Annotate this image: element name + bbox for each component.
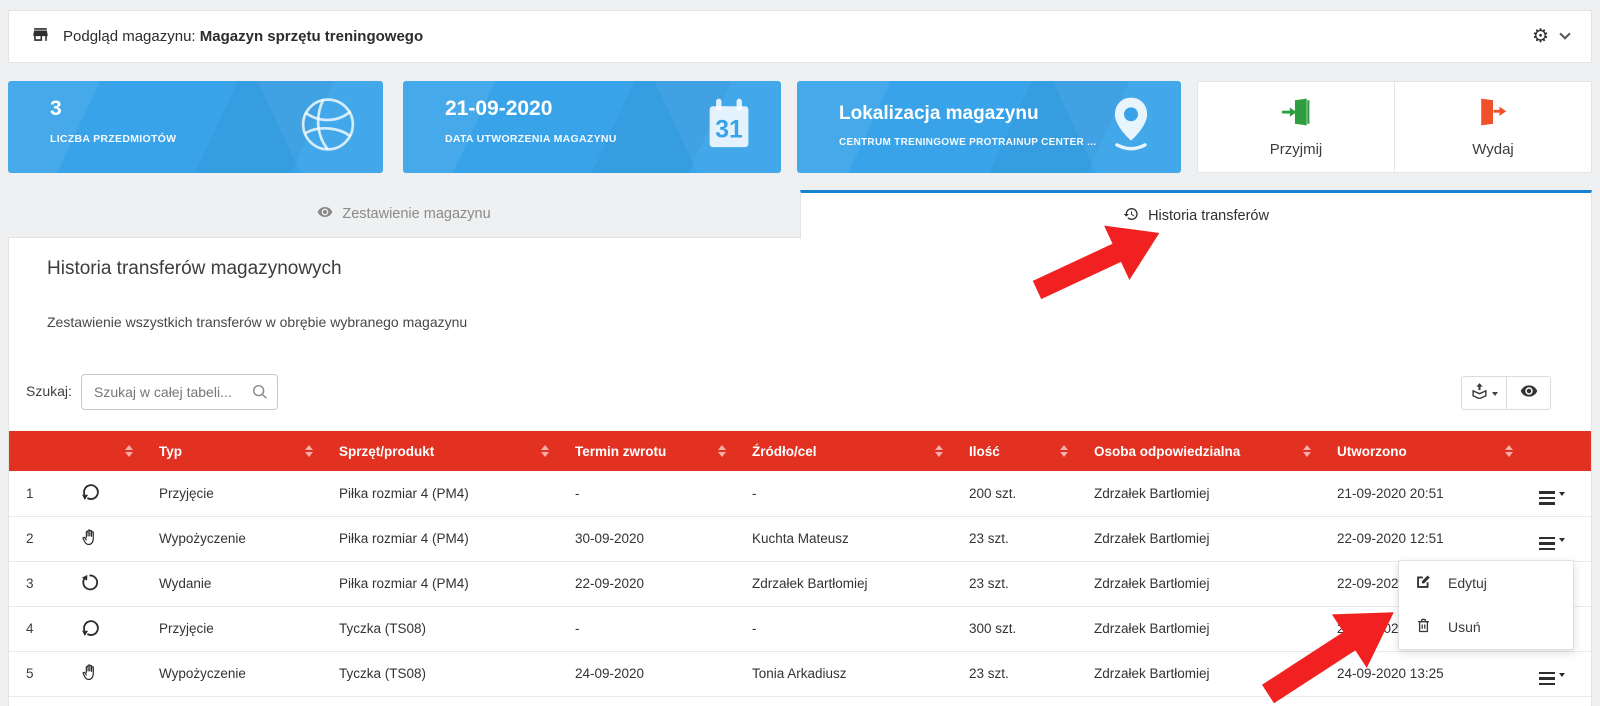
menu-item-delete[interactable]: Usuń: [1399, 605, 1573, 649]
export-icon: [1471, 382, 1488, 404]
transfer-out-icon: [80, 580, 99, 595]
search-input[interactable]: [81, 374, 278, 410]
receive-button-label: Przyjmij: [1270, 141, 1323, 158]
sort-icon: [1060, 445, 1068, 457]
hand-icon: [80, 670, 99, 685]
table-row: 1 Przyjęcie Piłka rozmiar 4 (PM4) - - 20…: [9, 471, 1591, 516]
tab-transfer-history[interactable]: Historia transferów: [800, 190, 1592, 239]
menu-item-edit[interactable]: Edytuj: [1399, 561, 1573, 605]
table-row: 2 Wypożyczenie Piłka rozmiar 4 (PM4) 30-…: [9, 516, 1591, 561]
col-header-index[interactable]: [9, 431, 69, 471]
sort-icon: [125, 445, 133, 457]
tab-warehouse-summary[interactable]: Zestawienie magazynu: [8, 190, 800, 238]
trash-icon: [1415, 617, 1432, 637]
col-header-utworzono[interactable]: Utworzono: [1319, 431, 1521, 471]
edit-icon: [1415, 573, 1432, 593]
page-title: Podgląd magazynu: Magazyn sprzętu trenin…: [63, 28, 423, 45]
chevron-down-icon: [1492, 392, 1498, 396]
section-subtitle: Zestawienie wszystkich transferów w obrę…: [47, 314, 467, 330]
issue-button-label: Wydaj: [1472, 141, 1514, 158]
sort-icon: [935, 445, 943, 457]
receive-button[interactable]: Przyjmij: [1198, 82, 1394, 172]
chevron-down-icon: [1559, 492, 1565, 496]
sort-icon: [305, 445, 313, 457]
stat-label: CENTRUM TRENINGOWE PROTRAINUP CENTER ...: [839, 137, 1096, 148]
col-header-termin[interactable]: Termin zwrotu: [557, 431, 734, 471]
stat-card-location[interactable]: Lokalizacja magazynu CENTRUM TRENINGOWE …: [797, 81, 1181, 173]
row-actions-button[interactable]: [1539, 534, 1565, 550]
store-icon: [31, 25, 50, 49]
issue-button[interactable]: Wydaj: [1394, 82, 1591, 172]
eye-icon: [317, 204, 333, 224]
stat-value: Lokalizacja magazynu: [839, 103, 1039, 125]
hand-icon: [80, 535, 99, 550]
door-in-icon: [1281, 97, 1311, 132]
menu-item-label: Edytuj: [1448, 575, 1487, 591]
column-visibility-button[interactable]: [1506, 377, 1550, 409]
history-icon: [1123, 206, 1139, 226]
sort-icon: [1505, 445, 1513, 457]
stat-card-created-date[interactable]: 21-09-2020 DATA UTWORZENIA MAGAZYNU 31: [403, 81, 781, 173]
map-pin-icon: [1107, 96, 1155, 159]
calendar-icon: 31: [703, 97, 755, 158]
transfers-table: Typ Sprzęt/produkt Termin zwrotu Źródło/…: [9, 431, 1591, 697]
sort-icon: [541, 445, 549, 457]
menu-item-label: Usuń: [1448, 619, 1481, 635]
tab-bar: Zestawienie magazynu Historia transferów: [8, 190, 1592, 238]
col-header-sprzet[interactable]: Sprzęt/produkt: [321, 431, 557, 471]
stat-label: DATA UTWORZENIA MAGAZYNU: [445, 133, 617, 145]
stat-value: 21-09-2020: [445, 97, 552, 121]
table-row: 5 Wypożyczenie Tyczka (TS08) 24-09-2020 …: [9, 651, 1591, 696]
table-row: 3 Wydanie Piłka rozmiar 4 (PM4) 22-09-20…: [9, 561, 1591, 606]
warehouse-header: Podgląd magazynu: Magazyn sprzętu trenin…: [8, 10, 1592, 63]
search-label: Szukaj:: [26, 383, 72, 399]
svg-text:31: 31: [715, 116, 743, 143]
row-actions-button[interactable]: [1539, 488, 1565, 504]
transfer-history-panel: Historia transferów magazynowych Zestawi…: [8, 237, 1592, 706]
transfer-in-icon: [80, 625, 99, 640]
eye-icon: [1520, 382, 1538, 405]
row-context-menu: Edytuj Usuń: [1398, 560, 1574, 650]
sort-icon: [1303, 445, 1311, 457]
tab-label: Historia transferów: [1148, 208, 1269, 224]
col-header-typ[interactable]: Typ: [141, 431, 321, 471]
door-out-icon: [1478, 97, 1508, 132]
col-header-ilosc[interactable]: Ilość: [951, 431, 1076, 471]
gear-icon[interactable]: ⚙: [1532, 27, 1549, 46]
chevron-down-icon: [1559, 673, 1565, 677]
stat-card-item-count[interactable]: 3 LICZBA PRZEDMIOTÓW: [8, 81, 383, 173]
sort-icon: [718, 445, 726, 457]
row-actions-button[interactable]: [1539, 669, 1565, 685]
tab-label: Zestawienie magazynu: [342, 206, 490, 222]
table-header-row: Typ Sprzęt/produkt Termin zwrotu Źródło/…: [9, 431, 1591, 471]
chevron-down-icon: [1559, 538, 1565, 542]
chevron-down-icon[interactable]: [1559, 28, 1570, 39]
search-icon: [251, 383, 269, 406]
stat-label: LICZBA PRZEDMIOTÓW: [50, 133, 176, 145]
quick-actions-card: Przyjmij Wydaj: [1197, 81, 1592, 173]
basketball-icon: [299, 96, 357, 159]
section-title: Historia transferów magazynowych: [47, 258, 342, 280]
export-button[interactable]: [1462, 377, 1506, 409]
transfer-in-icon: [80, 489, 99, 504]
table-toolbar: [1461, 376, 1551, 410]
table-row: 4 Przyjęcie Tyczka (TS08) - - 300 szt. Z…: [9, 606, 1591, 651]
col-header-zrodlo[interactable]: Źródło/cel: [734, 431, 951, 471]
stat-value: 3: [50, 97, 62, 121]
col-header-type-icon[interactable]: [69, 431, 141, 471]
col-header-actions: [1521, 431, 1591, 471]
col-header-osoba[interactable]: Osoba odpowiedzialna: [1076, 431, 1319, 471]
